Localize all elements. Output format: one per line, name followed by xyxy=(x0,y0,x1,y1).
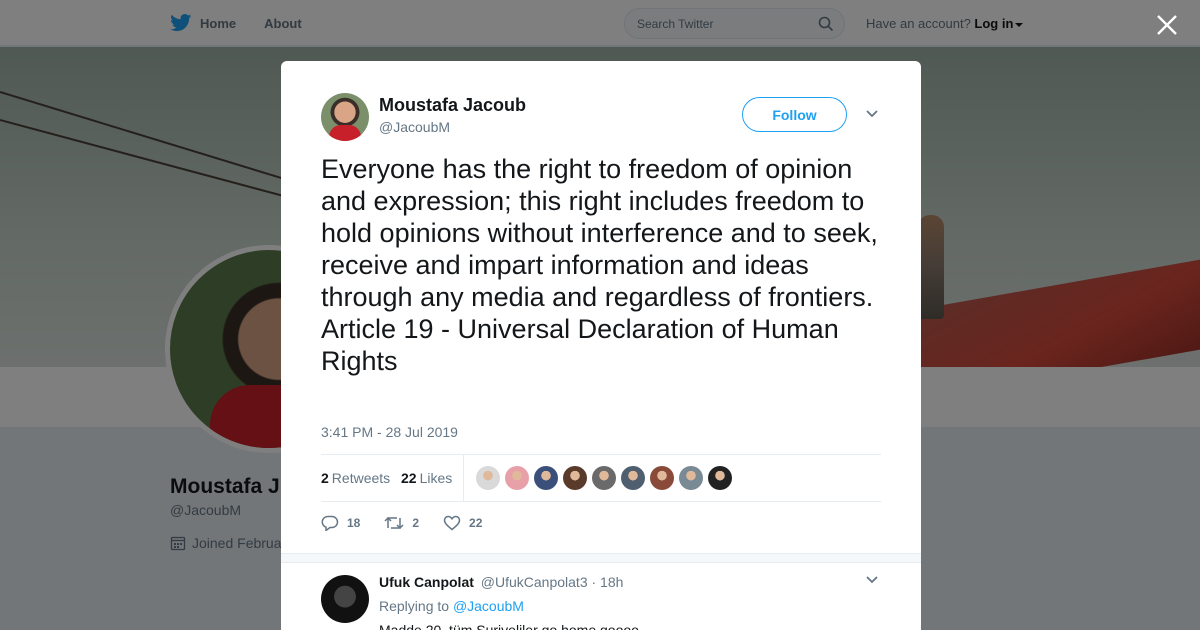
retweets-stat[interactable]: 2 Retweets xyxy=(321,470,390,486)
retweet-count: 2 xyxy=(412,516,420,530)
chevron-down-icon[interactable] xyxy=(865,109,879,119)
reply-text: Madde 20. tüm Suriyeliler go home goooo xyxy=(379,622,639,630)
author-avatar[interactable] xyxy=(321,93,369,141)
liker-avatar[interactable] xyxy=(476,466,500,490)
like-action[interactable]: 22 xyxy=(443,515,482,531)
author-name[interactable]: Moustafa Jacoub xyxy=(379,95,526,116)
heart-icon xyxy=(443,515,461,531)
reply-icon xyxy=(321,515,339,531)
tweet-stats: 2 Retweets 22 Likes xyxy=(321,454,881,502)
liker-avatar[interactable] xyxy=(650,466,674,490)
stats-divider xyxy=(463,455,464,502)
reply-header: Ufuk Canpolat @UfukCanpolat3 · 18h xyxy=(379,574,623,590)
author-handle[interactable]: @JacoubM xyxy=(379,119,450,135)
chevron-down-icon[interactable] xyxy=(865,575,879,585)
retweets-label: Retweets xyxy=(331,470,391,486)
tweet-modal: Moustafa Jacoub @JacoubM Follow Everyone… xyxy=(281,61,921,630)
tweet-actions: 18 2 22 xyxy=(321,513,506,533)
likes-stat[interactable]: 22 Likes xyxy=(401,470,452,486)
reply-action[interactable]: 18 xyxy=(321,515,360,531)
liker-avatar[interactable] xyxy=(592,466,616,490)
liker-avatar[interactable] xyxy=(708,466,732,490)
tweet-text: Everyone has the right to freedom of opi… xyxy=(321,154,878,376)
liker-avatar[interactable] xyxy=(505,466,529,490)
liker-avatar[interactable] xyxy=(563,466,587,490)
follow-button[interactable]: Follow xyxy=(742,97,847,132)
retweet-icon xyxy=(384,516,404,530)
replying-to: Replying to @JacoubM xyxy=(379,598,524,614)
retweets-count: 2 xyxy=(321,470,329,486)
liker-avatars xyxy=(476,466,737,490)
close-icon[interactable] xyxy=(1154,12,1180,38)
reply-time[interactable]: · 18h xyxy=(592,574,624,590)
reply-author-handle[interactable]: @UfukCanpolat3 xyxy=(481,574,588,590)
likes-label: Likes xyxy=(419,470,453,486)
liker-avatar[interactable] xyxy=(679,466,703,490)
likes-count: 22 xyxy=(401,470,417,486)
liker-avatar[interactable] xyxy=(534,466,558,490)
replying-to-link[interactable]: @JacoubM xyxy=(453,598,524,614)
tweet-timestamp[interactable]: 3:41 PM - 28 Jul 2019 xyxy=(321,424,458,440)
reply-author-name[interactable]: Ufuk Canpolat xyxy=(379,574,474,590)
reply-avatar[interactable] xyxy=(321,575,369,623)
liker-avatar[interactable] xyxy=(621,466,645,490)
retweet-action[interactable]: 2 xyxy=(384,515,419,531)
like-count: 22 xyxy=(469,516,483,530)
reply-separator xyxy=(281,553,921,563)
replying-prefix: Replying to xyxy=(379,598,450,614)
reply-count: 18 xyxy=(347,516,361,530)
